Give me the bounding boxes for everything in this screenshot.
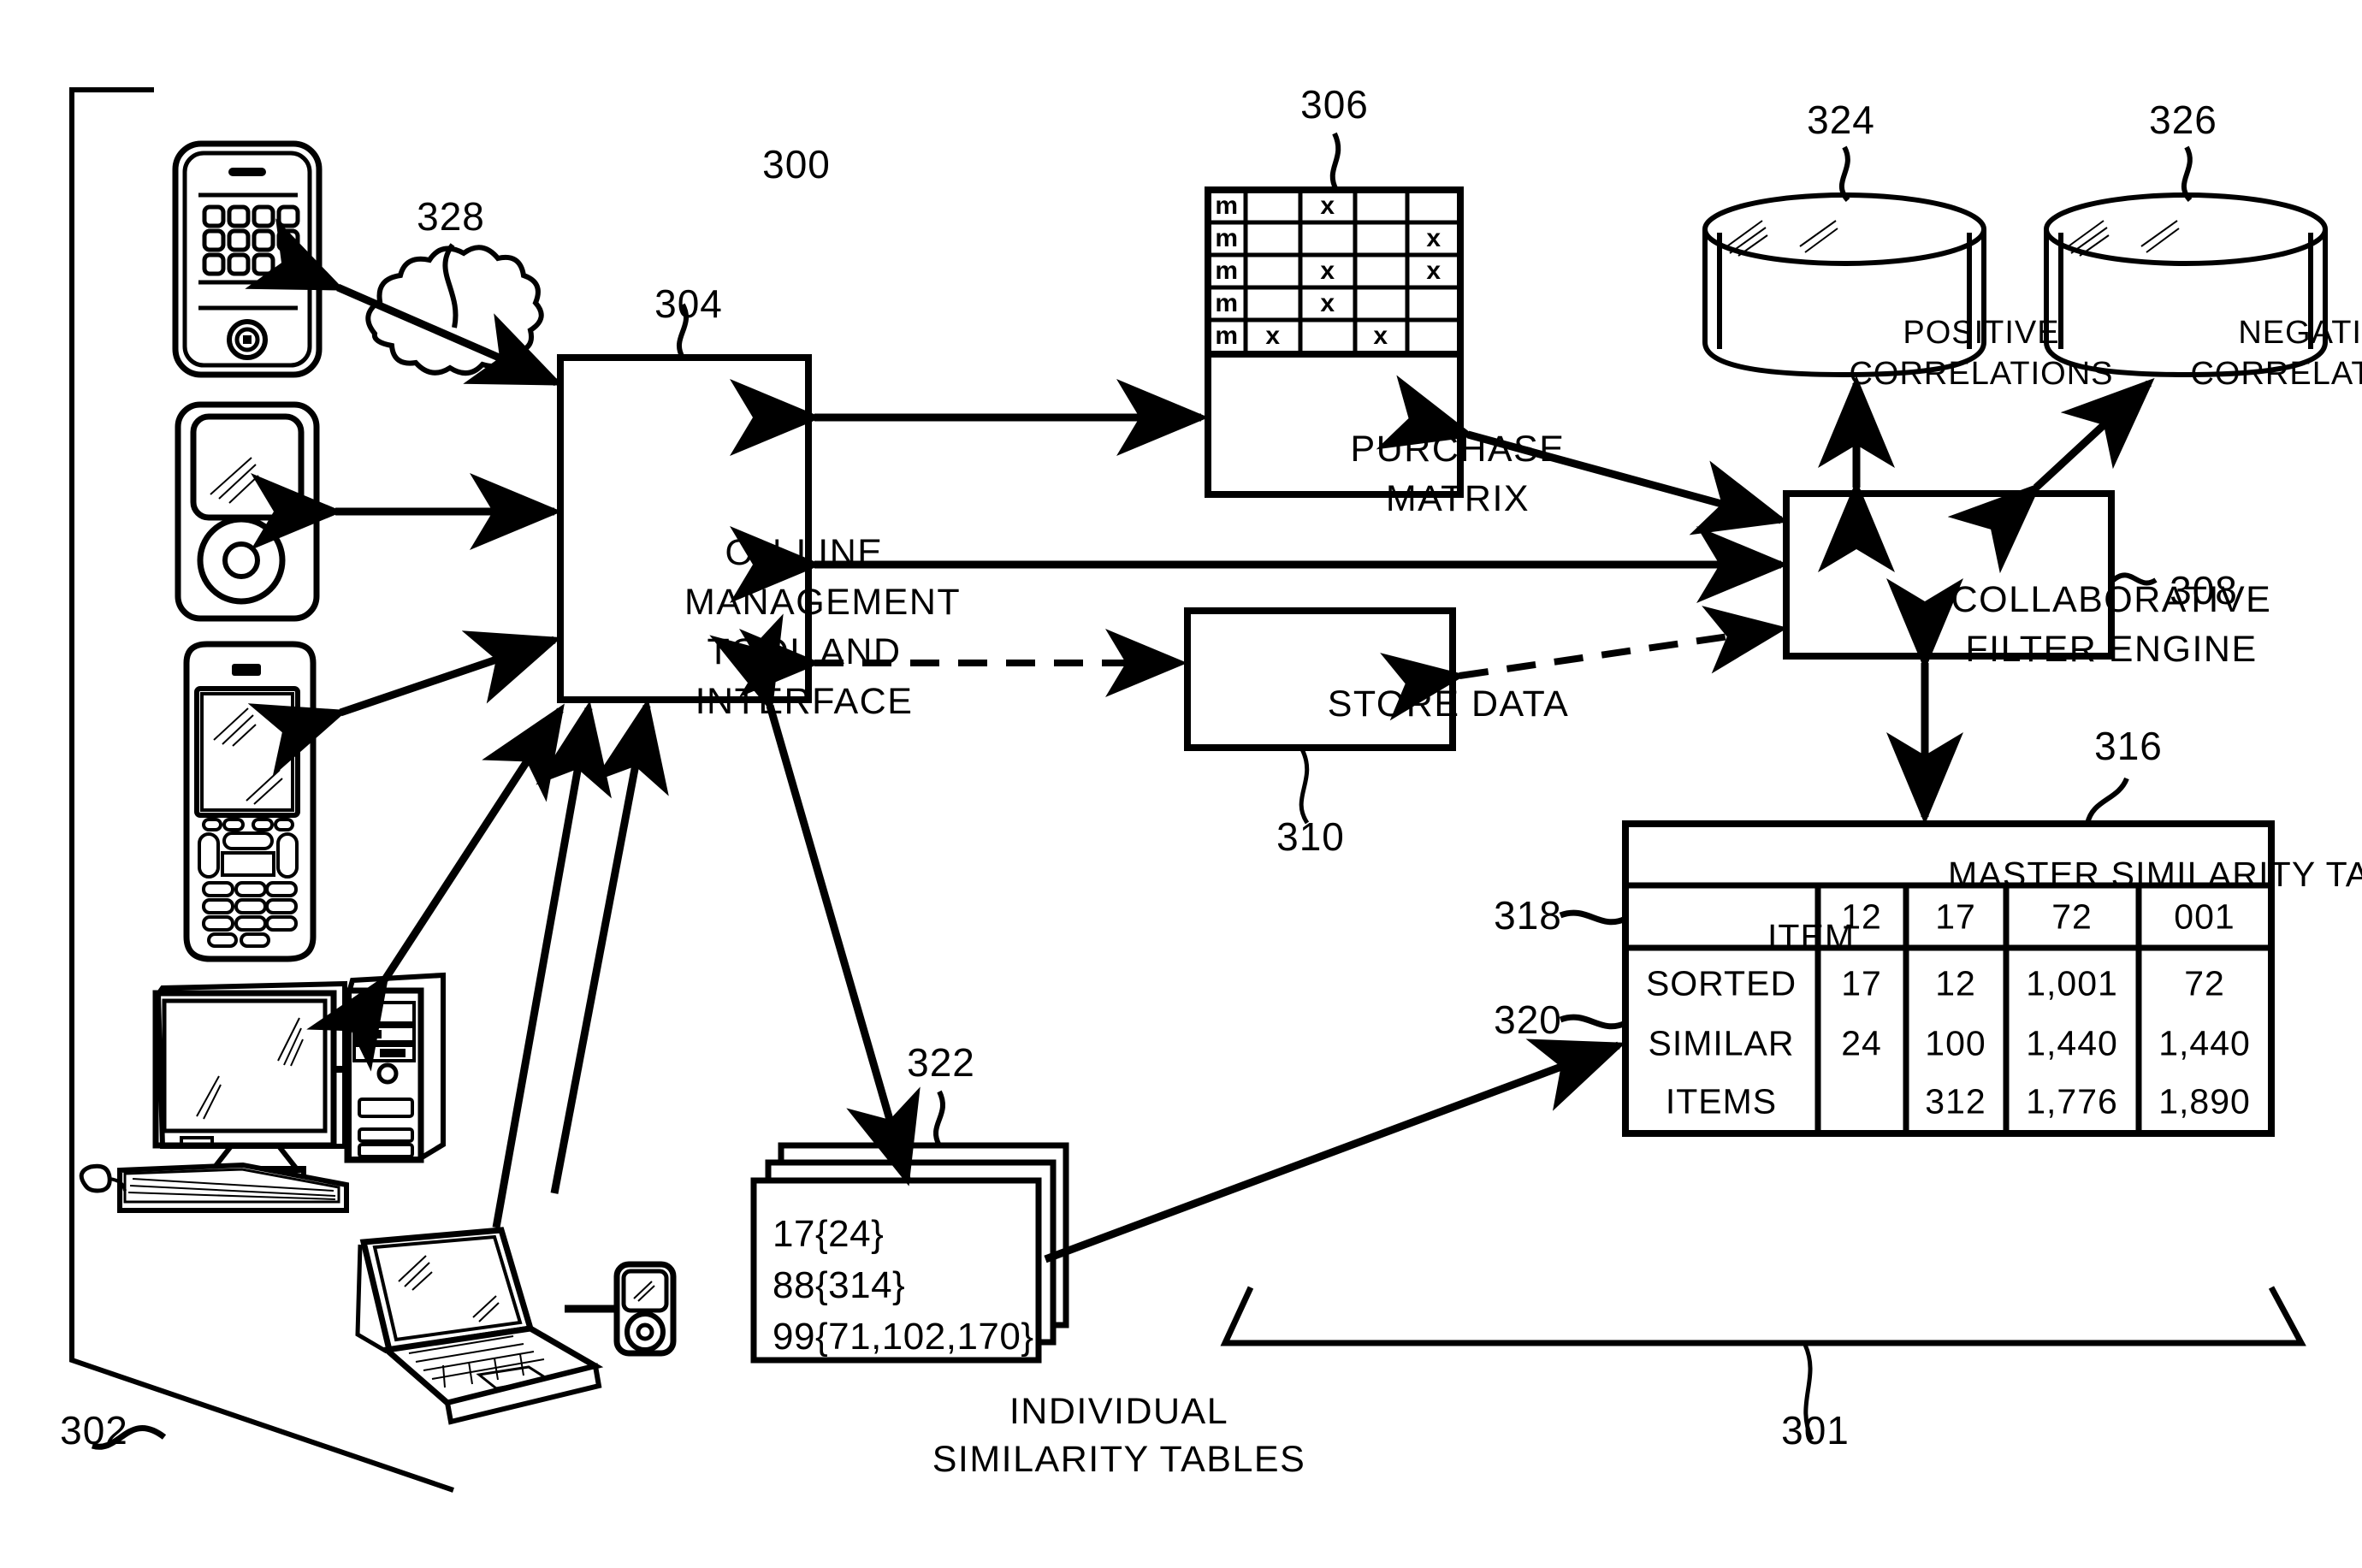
master-table-similar-cell: 1,776	[2026, 1081, 2118, 1121]
ref-320: 320	[1494, 997, 1562, 1042]
positive-correlations-label: POSITIVE CORRELATIONS	[1844, 312, 2118, 394]
ref-310: 310	[1276, 814, 1345, 859]
purchase-matrix-row-label: m	[1215, 192, 1239, 220]
management-tool-line1: ON-LINE	[725, 532, 884, 573]
sorted-row-leader	[1559, 1014, 1627, 1030]
ref-304: 304	[654, 281, 723, 326]
master-table-sorted-label-line: ITEMS	[1665, 1081, 1778, 1121]
individual-tables-caption-line2: SIMILARITY TABLES	[932, 1439, 1306, 1480]
purchase-matrix-line1: PURCHASE	[1350, 429, 1566, 470]
master-table-item-cell: 17	[1935, 896, 1976, 937]
purchase-matrix-leader	[1329, 132, 1341, 192]
purchase-matrix-mark: x	[1320, 257, 1335, 285]
master-table-similar-cell: 24	[1841, 1023, 1882, 1063]
purchase-matrix-mark: x	[1320, 289, 1335, 317]
purchase-matrix-mark: x	[1426, 257, 1441, 285]
purchase-matrix-mark: x	[1373, 322, 1388, 350]
management-tool-line4: INTERFACE	[695, 681, 914, 722]
management-tool-line3: TOOL AND	[707, 631, 902, 672]
individual-tables-leader	[932, 1090, 946, 1147]
master-table-title: MASTER SIMILARITY TABLE OF ITEMS	[1948, 855, 2362, 894]
master-table-similar-cell: 17	[1841, 963, 1882, 1003]
purchase-matrix-mark: x	[1426, 224, 1441, 252]
network-bracket	[1220, 1286, 2306, 1346]
ref-302: 302	[60, 1408, 128, 1453]
management-tool-label: ON-LINE MANAGEMENT TOOL AND INTERFACE	[684, 528, 960, 726]
portable-media-player-icon	[565, 1261, 677, 1357]
purchase-matrix-mark: x	[1265, 322, 1281, 350]
purchase-matrix-row-label: m	[1215, 322, 1239, 350]
figure-drawing	[69, 87, 2328, 1493]
purchase-matrix-mark: x	[1320, 192, 1335, 220]
master-table-similar-cell: 1,440	[2026, 1023, 2118, 1063]
negative-correlations-line1: NEGATIVE	[2238, 315, 2362, 351]
negative-db-leader	[2181, 145, 2193, 203]
master-table-similar-cell: 12	[1935, 963, 1976, 1003]
individual-tables-caption-line1: INDIVIDUAL	[1009, 1391, 1229, 1432]
feature-phone-icon	[183, 641, 317, 962]
master-table-leader	[2085, 777, 2129, 825]
management-tool-line2: MANAGEMENT	[684, 582, 962, 623]
ref-326: 326	[2149, 98, 2217, 142]
positive-correlations-line2: CORRELATIONS	[1849, 356, 2114, 392]
purchase-matrix-row-label: m	[1215, 289, 1239, 317]
master-table-similar-cell: 72	[2184, 963, 2225, 1003]
ref-328: 328	[417, 194, 485, 239]
master-table-similar-cell: 100	[1925, 1023, 1986, 1063]
patent-figure-page: ON-LINE MANAGEMENT TOOL AND INTERFACE PU…	[0, 0, 2362, 1568]
ref-300: 300	[762, 142, 831, 186]
media-player-icon	[175, 401, 320, 622]
ref-324: 324	[1807, 98, 1875, 142]
ref-306: 306	[1300, 82, 1369, 127]
ref-301: 301	[1781, 1408, 1850, 1453]
smartphone-icon	[172, 140, 323, 378]
ref-322: 322	[907, 1040, 975, 1085]
master-table-similar-cell: 312	[1925, 1081, 1986, 1121]
individual-similarity-row: 88{314}	[773, 1264, 906, 1306]
master-table-similar-cell: 1,001	[2026, 963, 2118, 1003]
laptop-icon	[355, 1227, 604, 1425]
ref-318: 318	[1494, 893, 1562, 938]
negative-correlations-label: NEGATIVE CORRELATIONS	[2186, 312, 2362, 394]
individual-similarity-row: 17{24}	[773, 1213, 885, 1255]
store-data-leader	[1299, 748, 1310, 825]
individual-tables-caption: INDIVIDUAL SIMILARITY TABLES	[897, 1388, 1341, 1483]
store-data-text: STORE DATA	[1327, 683, 1570, 725]
purchase-matrix-row-label: m	[1215, 224, 1239, 252]
positive-correlations-line1: POSITIVE	[1903, 315, 2060, 351]
master-table-item-cell: 001	[2174, 896, 2235, 937]
master-table-sorted-label-line: SORTED	[1645, 963, 1797, 1003]
ref-316: 316	[2094, 724, 2163, 768]
filter-engine-line2: FILTER ENGINE	[1965, 629, 2258, 670]
negative-correlations-line2: CORRELATIONS	[2190, 356, 2362, 392]
master-table-similar-cell: 1,440	[2158, 1023, 2251, 1063]
store-data-label: STORE DATA	[1320, 679, 1577, 729]
master-table-sorted-label-line: SIMILAR	[1648, 1023, 1795, 1063]
purchase-matrix-row-label: m	[1215, 257, 1239, 285]
purchase-matrix-line2: MATRIX	[1385, 478, 1530, 519]
master-table-similar-cell: 1,890	[2158, 1081, 2251, 1121]
ref-308: 308	[2170, 568, 2238, 612]
individual-similarity-row: 99{71,102,170}	[773, 1316, 1034, 1358]
desktop-computer-icon	[79, 972, 446, 1213]
master-table-item-cell: 12	[1841, 896, 1882, 937]
master-table-item-cell: 72	[2051, 896, 2093, 937]
item-row-leader	[1559, 909, 1627, 926]
purchase-matrix-label: PURCHASE MATRIX	[1334, 424, 1582, 524]
positive-db-leader	[1838, 145, 1850, 203]
